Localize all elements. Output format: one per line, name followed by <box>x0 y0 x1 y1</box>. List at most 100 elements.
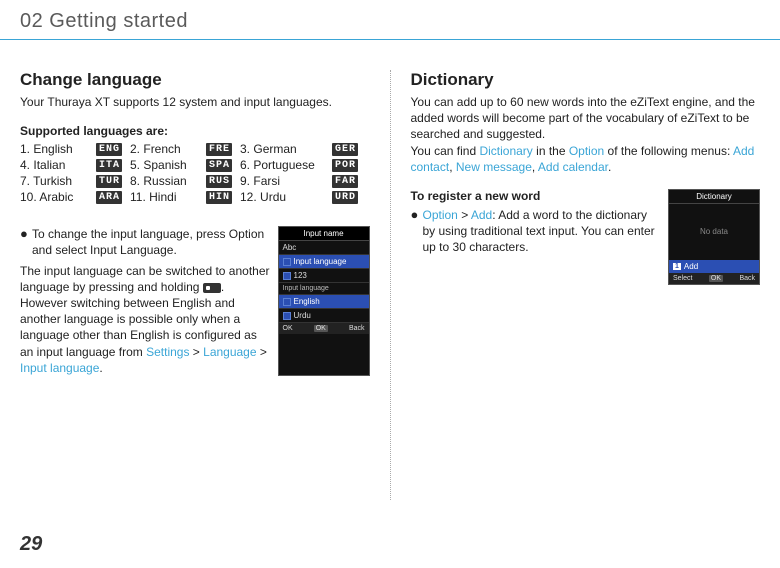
softkey-right: Back <box>739 275 755 282</box>
column-divider <box>390 70 391 500</box>
lang-code-fre: FRE <box>206 143 232 156</box>
dictionary-title: Dictionary <box>411 70 761 90</box>
para-pre: The input language can be switched to an… <box>20 264 270 294</box>
lang-code-hin: HIN <box>206 191 232 204</box>
settings-link: Settings <box>146 345 189 359</box>
left-column: Change language Your Thuraya XT supports… <box>20 70 390 500</box>
row-icon <box>283 272 291 280</box>
dictionary-screenshot: Dictionary No data 1 Add Select OK Back <box>668 189 760 285</box>
lang-cell: 9. Farsi <box>240 174 326 188</box>
row-text: English <box>294 297 365 306</box>
add-row-number: 1 <box>673 263 681 270</box>
comma: , <box>449 160 456 174</box>
add-calendar-link: Add calendar <box>538 160 608 174</box>
lang-cell: 5. Spanish <box>130 158 200 172</box>
dictionary-intro: You can add up to 60 new words into the … <box>411 94 761 175</box>
lang-code-far: FAR <box>332 175 358 188</box>
lang-cell: 2. French <box>130 142 200 156</box>
bullet-change-input: ● To change the input language, press Op… <box>20 226 270 258</box>
lang-code-ita: ITA <box>96 159 122 172</box>
dictionary-link: Dictionary <box>479 144 532 158</box>
row-icon <box>283 258 291 266</box>
language-link: Language <box>203 345 256 359</box>
dict-screenshot-body: No data <box>669 204 759 260</box>
lang-cell: 4. Italian <box>20 158 90 172</box>
lang-cell: 3. German <box>240 142 326 156</box>
option-link: Option <box>569 144 604 158</box>
dict-intro-2a: You can find <box>411 144 480 158</box>
lang-code-urd: URD <box>332 191 358 204</box>
screenshot-indicator-row: Abc <box>279 241 369 255</box>
lang-cell: 7. Turkish <box>20 174 90 188</box>
lang-code-tur: TUR <box>96 175 122 188</box>
content-area: Change language Your Thuraya XT supports… <box>0 40 780 500</box>
input-language-link: Input language <box>20 361 99 375</box>
row-icon <box>283 312 291 320</box>
screenshot-subheader: Input language <box>279 283 369 295</box>
softkey-right: Back <box>349 325 365 332</box>
row-icon <box>283 298 291 306</box>
lang-cell: 8. Russian <box>130 174 200 188</box>
language-grid: 1. English ENG 2. French FRE 3. German G… <box>20 142 370 204</box>
softkey-left: Select <box>673 275 692 282</box>
lang-code-eng: ENG <box>96 143 122 156</box>
add-link: Add <box>471 208 492 222</box>
lang-cell: 11. Hindi <box>130 190 200 204</box>
supported-languages-heading: Supported languages are: <box>20 124 370 138</box>
softkey-center: OK <box>709 275 723 282</box>
row-text: Urdu <box>294 311 365 320</box>
lang-code-ara: ARA <box>96 191 122 204</box>
lang-code-spa: SPA <box>206 159 232 172</box>
lang-cell: 12. Urdu <box>240 190 326 204</box>
screenshot-row-input-language: Input language <box>279 255 369 269</box>
dict-screenshot-footer: Select OK Back <box>669 273 759 284</box>
dictionary-body-row: To register a new word ● Option > Add: A… <box>411 189 761 285</box>
dict-screenshot-title: Dictionary <box>669 190 759 204</box>
add-row-label: Add <box>684 262 698 271</box>
screenshot-row-123: 123 <box>279 269 369 283</box>
chapter-header: 02 Getting started <box>0 0 780 40</box>
input-language-screenshot: Input name Abc Input language 123 Input … <box>278 226 370 376</box>
input-language-paragraph: The input language can be switched to an… <box>20 263 270 376</box>
lang-cell: 1. English <box>20 142 90 156</box>
row-text: 123 <box>294 271 365 280</box>
softkey-left: OK <box>283 325 293 332</box>
screenshot-opt-urdu: Urdu <box>279 309 369 323</box>
dict-intro-1: You can add up to 60 new words into the … <box>411 95 755 141</box>
lang-cell: 6. Portuguese <box>240 158 326 172</box>
dict-screenshot-add-row: 1 Add <box>669 260 759 273</box>
new-message-link: New message <box>456 160 532 174</box>
bullet-text: To change the input language, press Opti… <box>32 226 270 258</box>
dict-intro-2c: of the following menus: <box>604 144 733 158</box>
change-language-title: Change language <box>20 70 370 90</box>
screenshot-footer: OK OK Back <box>279 323 369 334</box>
lang-code-por: POR <box>332 159 358 172</box>
page-number: 29 <box>20 533 42 556</box>
left-text-column: ● To change the input language, press Op… <box>20 226 270 376</box>
register-word-heading: To register a new word <box>411 189 659 203</box>
lang-code-ger: GER <box>332 143 358 156</box>
sep: > <box>458 208 471 222</box>
bullet-dot-icon: ● <box>20 226 26 258</box>
right-column: Dictionary You can add up to 60 new word… <box>401 70 761 500</box>
row-text: Input language <box>294 257 365 266</box>
screenshot-opt-english: English <box>279 295 369 309</box>
option-link-2: Option <box>423 208 458 222</box>
sep: > <box>257 345 267 359</box>
hash-key-icon <box>203 283 221 293</box>
bullet-text: Option > Add: Add a word to the dictiona… <box>423 207 659 256</box>
bullet-register-word: ● Option > Add: Add a word to the dictio… <box>411 207 659 256</box>
lang-cell: 10. Arabic <box>20 190 90 204</box>
bullet-dot-icon: ● <box>411 207 417 256</box>
sep: > <box>189 345 203 359</box>
period: . <box>99 361 102 375</box>
dictionary-text-column: To register a new word ● Option > Add: A… <box>411 189 659 285</box>
softkey-center: OK <box>314 325 328 332</box>
left-body-row: ● To change the input language, press Op… <box>20 226 370 376</box>
dict-intro-2b: in the <box>533 144 569 158</box>
abc-indicator: Abc <box>283 243 297 252</box>
lang-code-rus: RUS <box>206 175 232 188</box>
change-language-intro: Your Thuraya XT supports 12 system and i… <box>20 94 370 110</box>
screenshot-title: Input name <box>279 227 369 241</box>
period: . <box>608 160 611 174</box>
